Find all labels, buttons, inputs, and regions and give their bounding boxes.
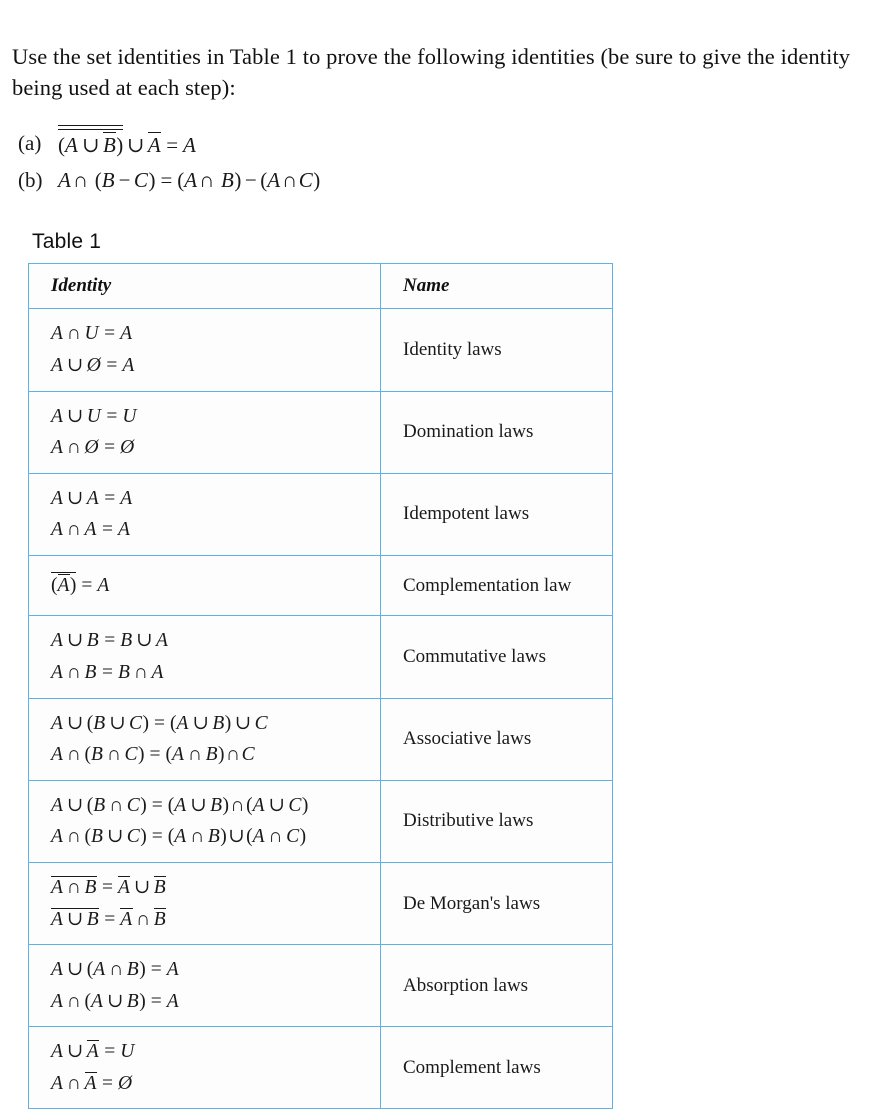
identity-expressions: A ∪ (A ∩ B) = A A ∩ (A ∪ B) = A bbox=[28, 944, 381, 1028]
identity-name: Idempotent laws bbox=[380, 472, 613, 556]
table-row: A ∪ A = A A ∩ A = A Idempotent laws bbox=[28, 472, 613, 556]
table-row: A ∪ A = U A ∩ A = Ø Complement laws bbox=[28, 1026, 613, 1109]
identity-name: Complementation law bbox=[380, 554, 613, 617]
table-body: A ∩ U = A A ∪ Ø = A Identity laws A ∪ U = U A ∩ Ø = Ø Do… bbox=[28, 308, 613, 1109]
table-row: A ∪ U = U A ∩ Ø = Ø Domination laws bbox=[28, 390, 613, 474]
table-header: Identity Name bbox=[28, 263, 613, 310]
identity-equation: A ∩ U = A bbox=[51, 323, 133, 345]
table-row: (A) = A Complementation law bbox=[28, 554, 613, 617]
identity-expressions: A ∪ A = A A ∩ A = A bbox=[28, 472, 381, 556]
identity-expressions: (A) = A bbox=[28, 554, 381, 617]
table-row: A ∪ (B ∩ C) = (A ∪ B)∩(A ∪ C) A ∩ (B ∪ C) = (A ∩ B)∪(A ∩ C) … bbox=[28, 779, 613, 863]
identity-equation: A ∩ Ø = Ø bbox=[51, 437, 135, 459]
identity-equation: A ∪ B = B ∪ A bbox=[51, 630, 168, 652]
identity-equation: A ∩ (A ∪ B) = A bbox=[51, 990, 179, 1012]
identity-equation: A ∪ U = U bbox=[51, 405, 137, 427]
identity-expressions: A ∩ U = A A ∪ Ø = A bbox=[28, 308, 381, 392]
set-identities-table: Identity Name A ∩ U = A A ∪ Ø = A Identity laws … bbox=[28, 263, 613, 1109]
identity-expressions: A ∩ B = A ∪ B A ∪ B = A ∩ B bbox=[28, 861, 381, 946]
identity-name: Absorption laws bbox=[380, 944, 613, 1028]
identity-expressions: A ∪ B = B ∪ A A ∩ B = B ∩ A bbox=[28, 615, 381, 699]
identity-name: Commutative laws bbox=[380, 615, 613, 699]
identity-equation: A ∪ (B ∩ C) = (A ∪ B)∩(A ∪ C) bbox=[51, 794, 309, 816]
problem-expression-a: (A ∪ B) ∪ A = A bbox=[58, 125, 196, 160]
identity-expressions: A ∪ U = U A ∩ Ø = Ø bbox=[28, 390, 381, 474]
problem-label-a: (a) bbox=[18, 130, 42, 155]
identity-equation: A ∩ B = A ∪ B bbox=[51, 875, 167, 898]
identity-name: Distributive laws bbox=[380, 779, 613, 863]
document-page: Use the set identities in Table 1 to pro… bbox=[0, 0, 885, 1109]
identity-expressions: A ∪ (B ∩ C) = (A ∪ B)∩(A ∪ C) A ∩ (B ∪ C) = (A ∩ B)∪(A ∩ C) bbox=[28, 779, 381, 863]
table-caption: Table 1 bbox=[32, 230, 102, 254]
identity-equation: A ∪ (A ∩ B) = A bbox=[51, 959, 179, 981]
identity-equation: A ∪ A = U bbox=[51, 1040, 135, 1063]
problem-expression-b: A∩ (B − C) = (A∩ B) − (A∩C) bbox=[58, 168, 321, 193]
identity-name: Complement laws bbox=[380, 1026, 613, 1109]
identity-equation: (A) = A bbox=[51, 570, 380, 602]
column-header-name: Name bbox=[380, 263, 613, 310]
identity-expressions: A ∪ (B ∪ C) = (A ∪ B) ∪ C A ∩ (B ∩ C) = (A ∩ B)∩C bbox=[28, 697, 381, 781]
problem-item-a: (a) (A ∪ B) ∪ A = A bbox=[12, 125, 871, 160]
identity-name: De Morgan's laws bbox=[380, 861, 613, 946]
identity-name: Domination laws bbox=[380, 390, 613, 474]
identity-equation: A ∪ (B ∪ C) = (A ∪ B) ∪ C bbox=[51, 712, 268, 734]
table-row: A ∪ B = B ∪ A A ∩ B = B ∩ A Commutative laws bbox=[28, 615, 613, 699]
identity-equation: A ∩ A = Ø bbox=[51, 1071, 133, 1094]
problem-prompt: Use the set identities in Table 1 to pro… bbox=[12, 43, 851, 100]
identity-equation: A ∪ A = A bbox=[51, 487, 133, 509]
table-row: A ∪ (B ∪ C) = (A ∪ B) ∪ C A ∩ (B ∩ C) = (A ∩ B)∩C Associat… bbox=[28, 697, 613, 781]
identity-equation: A ∪ Ø = A bbox=[51, 355, 135, 377]
identity-equation: A ∪ B = A ∩ B bbox=[51, 907, 167, 930]
table-row: A ∪ (A ∩ B) = A A ∩ (A ∪ B) = A Absorption laws bbox=[28, 944, 613, 1028]
identity-equation: A ∩ A = A bbox=[51, 519, 130, 541]
column-header-identity: Identity bbox=[28, 263, 381, 310]
identity-equation: A ∩ (B ∪ C) = (A ∩ B)∪(A ∩ C) bbox=[51, 826, 307, 848]
identity-name: Identity laws bbox=[380, 308, 613, 392]
problem-list: (a) (A ∪ B) ∪ A = A (b) A∩ (B − C) = (A∩ B) − (A∩C) bbox=[12, 125, 871, 197]
identity-equation: A ∩ (B ∩ C) = (A ∩ B)∩C bbox=[51, 744, 255, 766]
identity-table-container: Identity Name A ∩ U = A A ∪ Ø = A Identity laws … bbox=[28, 263, 871, 1109]
identity-name: Associative laws bbox=[380, 697, 613, 781]
problem-item-b: (b) A∩ (B − C) = (A∩ B) − (A∩C) bbox=[12, 166, 871, 196]
identity-equation: A ∩ B = B ∩ A bbox=[51, 662, 164, 684]
problem-label-b: (b) bbox=[18, 168, 43, 193]
table-header-row: Identity Name bbox=[28, 263, 613, 310]
table-row: A ∩ B = A ∪ B A ∪ B = A ∩ B De Morgan's laws bbox=[28, 861, 613, 946]
table-row: A ∩ U = A A ∪ Ø = A Identity laws bbox=[28, 308, 613, 392]
identity-expressions: A ∪ A = U A ∩ A = Ø bbox=[28, 1026, 381, 1109]
